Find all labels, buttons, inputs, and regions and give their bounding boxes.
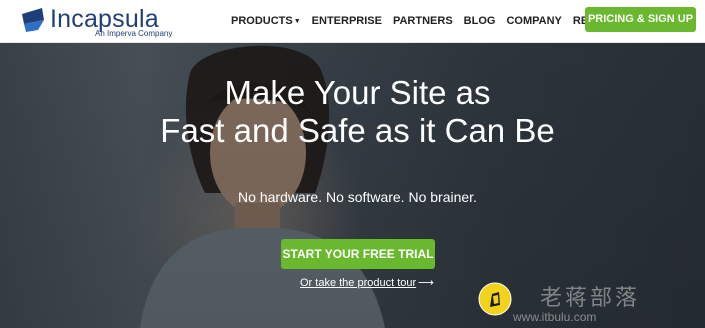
incapsula-logo-icon bbox=[22, 8, 44, 32]
nav-item-blog[interactable]: BLOG bbox=[464, 14, 496, 30]
pencil-badge-icon bbox=[478, 282, 512, 316]
free-trial-button[interactable]: START YOUR FREE TRIAL bbox=[281, 239, 435, 269]
watermark-url: www.itbulu.com bbox=[513, 310, 597, 324]
product-tour-link[interactable]: Or take the product tour ⟶ bbox=[300, 276, 434, 290]
arrow-right-icon: ⟶ bbox=[418, 277, 434, 289]
nav-item-enterprise[interactable]: ENTERPRISE bbox=[312, 14, 382, 30]
caret-down-icon: ▼ bbox=[293, 18, 301, 25]
site-header: Incapsula An Imperva Company PRODUCTS▼ E… bbox=[0, 0, 705, 43]
watermark-text: 老蒋部落 bbox=[540, 286, 641, 311]
product-tour-label: Or take the product tour bbox=[300, 277, 417, 289]
brand-tagline: An Imperva Company bbox=[95, 29, 173, 38]
hero-title-line2: Fast and Safe as it Can Be bbox=[160, 112, 555, 149]
hero-title: Make Your Site as Fast and Safe as it Ca… bbox=[0, 74, 705, 150]
incapsula-logo[interactable]: Incapsula An Imperva Company bbox=[20, 5, 180, 39]
hero-subtitle: No hardware. No software. No brainer. bbox=[238, 189, 477, 205]
hero-title-line1: Make Your Site as bbox=[224, 74, 491, 111]
nav-item-products-label: PRODUCTS bbox=[231, 15, 293, 27]
pricing-signup-button[interactable]: PRICING & SIGN UP bbox=[585, 7, 696, 32]
nav-item-partners[interactable]: PARTNERS bbox=[393, 14, 453, 30]
nav-item-products[interactable]: PRODUCTS▼ bbox=[231, 14, 301, 30]
nav-item-company[interactable]: COMPANY bbox=[506, 14, 561, 30]
